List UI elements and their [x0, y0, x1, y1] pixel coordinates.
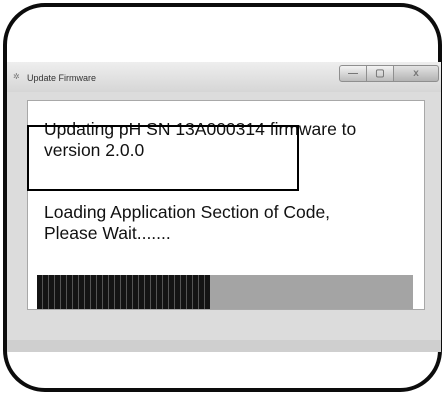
update-message-line-2: version 2.0.0	[44, 140, 145, 160]
status-message-line-1: Loading Application Section of Code,	[44, 202, 331, 222]
progress-bar-fill	[37, 275, 210, 309]
status-message: Loading Application Section of Code, Ple…	[44, 202, 414, 244]
update-message: Updating pH SN 13A000314 firmware to ver…	[44, 119, 414, 161]
window-bottom-strip	[7, 340, 441, 352]
maximize-button[interactable]: ▢	[366, 65, 394, 82]
window-title: Update Firmware	[27, 73, 97, 83]
maximize-icon: ▢	[375, 67, 385, 79]
minimize-icon: —	[348, 67, 358, 79]
close-icon: x	[413, 67, 419, 79]
title-bar[interactable]: ✲ Update Firmware — ▢ x	[7, 62, 441, 92]
status-message-line-2: Please Wait.......	[44, 223, 171, 243]
update-message-line-1: Updating pH SN 13A000314 firmware to	[44, 119, 357, 139]
minimize-button[interactable]: —	[339, 65, 367, 82]
close-button[interactable]: x	[393, 65, 439, 82]
app-icon: ✲	[13, 72, 20, 81]
progress-bar	[37, 275, 413, 309]
